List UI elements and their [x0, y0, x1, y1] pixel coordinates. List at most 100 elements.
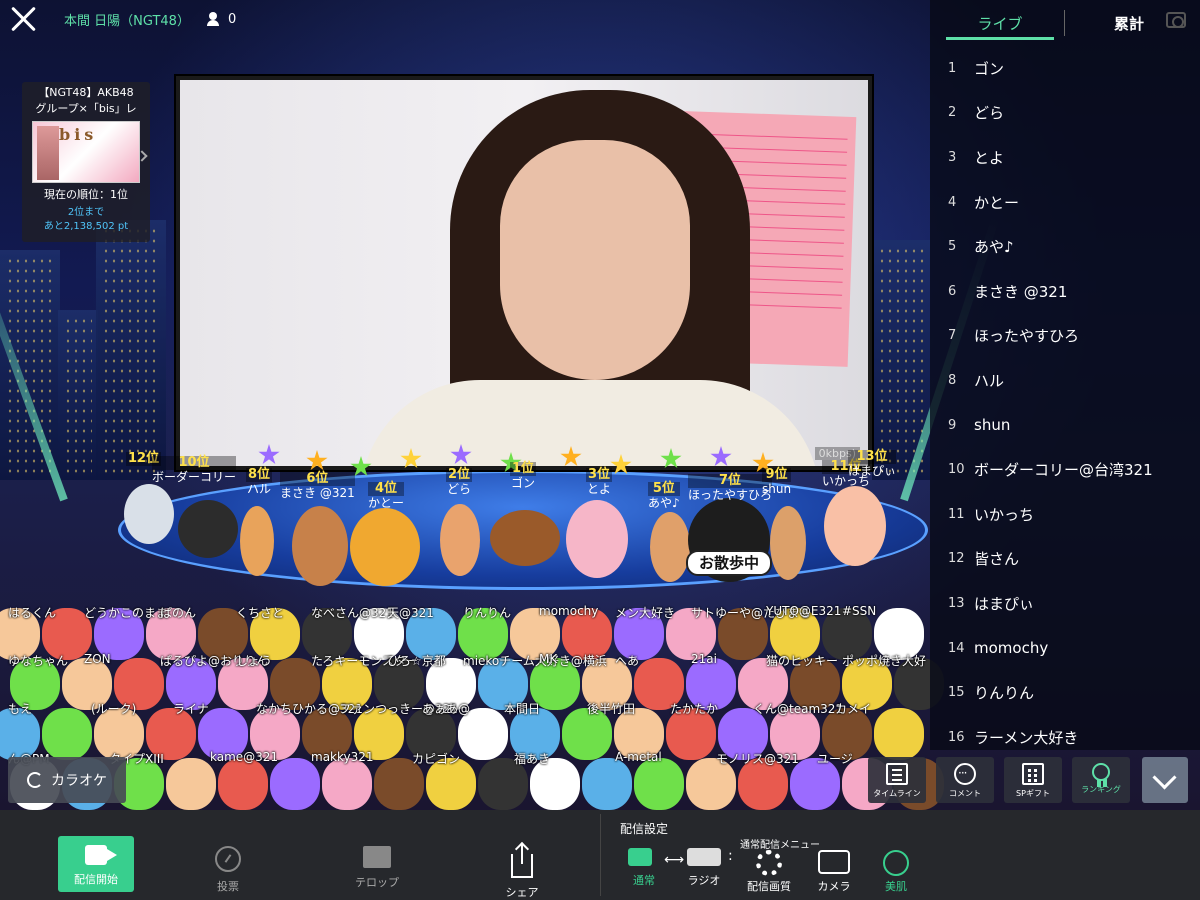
stage-rank-tag: 13位 はまぴぃ [848, 450, 897, 478]
vote-gauge-icon [215, 846, 241, 872]
stage-rank-tag: 10位 ボーダーコリー [152, 456, 237, 484]
stage-rank-position: 8位 [246, 467, 273, 482]
viewer-count: 0 [227, 11, 237, 27]
stage-rank-name: とよ [587, 482, 612, 496]
ranking-number: 15 [948, 685, 965, 701]
ranking-name: ほったやすひろ [974, 327, 1080, 346]
quality-button[interactable]: 配信画質 [744, 850, 794, 894]
ranking-number: 9 [948, 417, 957, 433]
mode-radio-button[interactable]: ラジオ [684, 848, 724, 888]
telop-label: テロップ [355, 876, 399, 889]
ranking-number: 12 [948, 551, 965, 567]
audience-name: へあ [615, 654, 640, 668]
timeline-button[interactable]: タイムライン [868, 757, 926, 803]
ranking-name: はまぴぃ [974, 594, 1035, 613]
stage-rank-position: 2位 [446, 467, 473, 482]
audience-name: メン大好き [615, 606, 676, 620]
ranking-name: かとー [974, 193, 1020, 212]
ranking-number: 2 [948, 105, 957, 121]
share-button[interactable]: シェア [500, 844, 544, 900]
beauty-button[interactable]: 美肌 [876, 850, 916, 894]
stage-rank-tag: 2位 どら [446, 467, 473, 496]
ranking-name: ハル [974, 371, 1005, 390]
ranking-number: 10 [948, 462, 965, 478]
mode-normal-label: 通常 [633, 874, 655, 887]
audience-name: 天@321 [387, 606, 434, 620]
audience-name: なべさん@321 [311, 606, 394, 620]
event-card[interactable]: 【NGT48】AKB48 グループ×「bis」レ bis 現在の順位：1位 2位… [22, 82, 150, 242]
telop-button[interactable]: テロップ [352, 846, 402, 890]
ranking-number: 5 [948, 239, 957, 255]
stage-rank-name: shun [762, 482, 792, 496]
audience-name: 本間日 [504, 702, 541, 716]
stage-rank-name: どら [447, 482, 472, 496]
ranking-row[interactable]: 10 ボーダーコリー@台湾321 [930, 447, 1200, 492]
live-video[interactable]: 0kbps) [174, 74, 874, 472]
stage-rank-position: 5位 [648, 482, 680, 496]
ranking-number: 14 [948, 640, 965, 656]
ranking-row[interactable]: 1 ゴン [930, 46, 1200, 91]
start-stream-button[interactable]: 配信開始 [58, 836, 134, 892]
ranking-row[interactable]: 9 shun [930, 403, 1200, 448]
ranking-button[interactable]: ランキング [1072, 757, 1130, 803]
camera-label: カメラ [817, 880, 851, 893]
comment-label: コメント [949, 789, 981, 798]
audience-name: 後半竹田 [587, 702, 636, 716]
ranking-row[interactable]: 7 ほったやすひろ [930, 314, 1200, 359]
stage-rank-tag: 3位 とよ [586, 468, 613, 496]
audience-name: りんりん [463, 606, 512, 620]
tab-live[interactable]: ライブ [946, 13, 1054, 34]
tab-total[interactable]: 累計 [1114, 13, 1144, 34]
audience-name: あぁあ@ [422, 702, 471, 716]
mode-normal-button[interactable]: 通常 [626, 848, 662, 888]
avatar-pig [824, 486, 886, 566]
ranking-row[interactable]: 5 あや♪ [930, 224, 1200, 269]
close-icon[interactable] [10, 5, 38, 33]
tab-live-indicator [946, 37, 1054, 40]
stage-rank-name: はまぴぃ [848, 464, 897, 478]
ranking-row[interactable]: 8 ハル [930, 358, 1200, 403]
ranking-row[interactable]: 12 皆さん [930, 537, 1200, 582]
audience-name: くん@team321 [753, 702, 844, 716]
colon-separator: : [728, 848, 733, 864]
ranking-number: 1 [948, 60, 957, 76]
audience-avatar [634, 758, 684, 810]
ranking-row[interactable]: 11 いかっち [930, 492, 1200, 537]
ranking-number: 13 [948, 595, 965, 611]
stage-rank-position: 6位 [280, 472, 355, 486]
avatar-dachshund [490, 510, 560, 566]
current-rank: 現在の順位：1位 [44, 188, 128, 201]
stage-sign: お散歩中 [686, 550, 772, 576]
ranking-name: いかっち [974, 505, 1035, 524]
avatar-cat [350, 508, 420, 586]
ranking-row[interactable]: 16 ラーメン大好き [930, 715, 1200, 760]
ranking-row[interactable]: 4 かとー [930, 180, 1200, 225]
stream-settings-label: 配信設定 [620, 822, 669, 836]
audience-name: ポッポ焼き大好 [842, 654, 927, 668]
spgift-button[interactable]: SPギフト [1004, 757, 1062, 803]
audience-avatar [166, 758, 216, 810]
audience-name: しょう [236, 654, 273, 668]
camera-switch-button[interactable]: カメラ [812, 850, 856, 894]
ranking-row[interactable]: 15 りんりん [930, 670, 1200, 715]
audience-name: kame@321 [210, 750, 279, 764]
ranking-number: 8 [948, 372, 957, 388]
chevron-down-icon[interactable] [1142, 757, 1188, 803]
ranking-row[interactable]: 6 まさき @321 [930, 269, 1200, 314]
ranking-number: 16 [948, 729, 965, 745]
vote-button[interactable]: 投票 [208, 846, 248, 894]
camera-icon[interactable] [1166, 12, 1186, 28]
audience-name: #SSN [842, 604, 877, 618]
audience-area: はるくん どうかこのまま ぱのん くちさと なべさん@321 天@321 りんりん momoc… [0, 600, 944, 810]
comment-button[interactable]: コメント [936, 757, 994, 803]
audience-name: miekoチーム大好き@横浜 [463, 654, 607, 668]
karaoke-button[interactable]: カラオケ [8, 757, 126, 803]
ranking-row[interactable]: 13 はまぴぃ [930, 581, 1200, 626]
ranking-row[interactable]: 14 momochy [930, 626, 1200, 671]
audience-avatar [322, 758, 372, 810]
ranking-row[interactable]: 3 とよ [930, 135, 1200, 180]
ranking-number: 3 [948, 149, 957, 165]
ranking-row[interactable]: 2 どら [930, 91, 1200, 136]
viewer-person-icon [206, 12, 220, 26]
ranking-number: 6 [948, 283, 957, 299]
